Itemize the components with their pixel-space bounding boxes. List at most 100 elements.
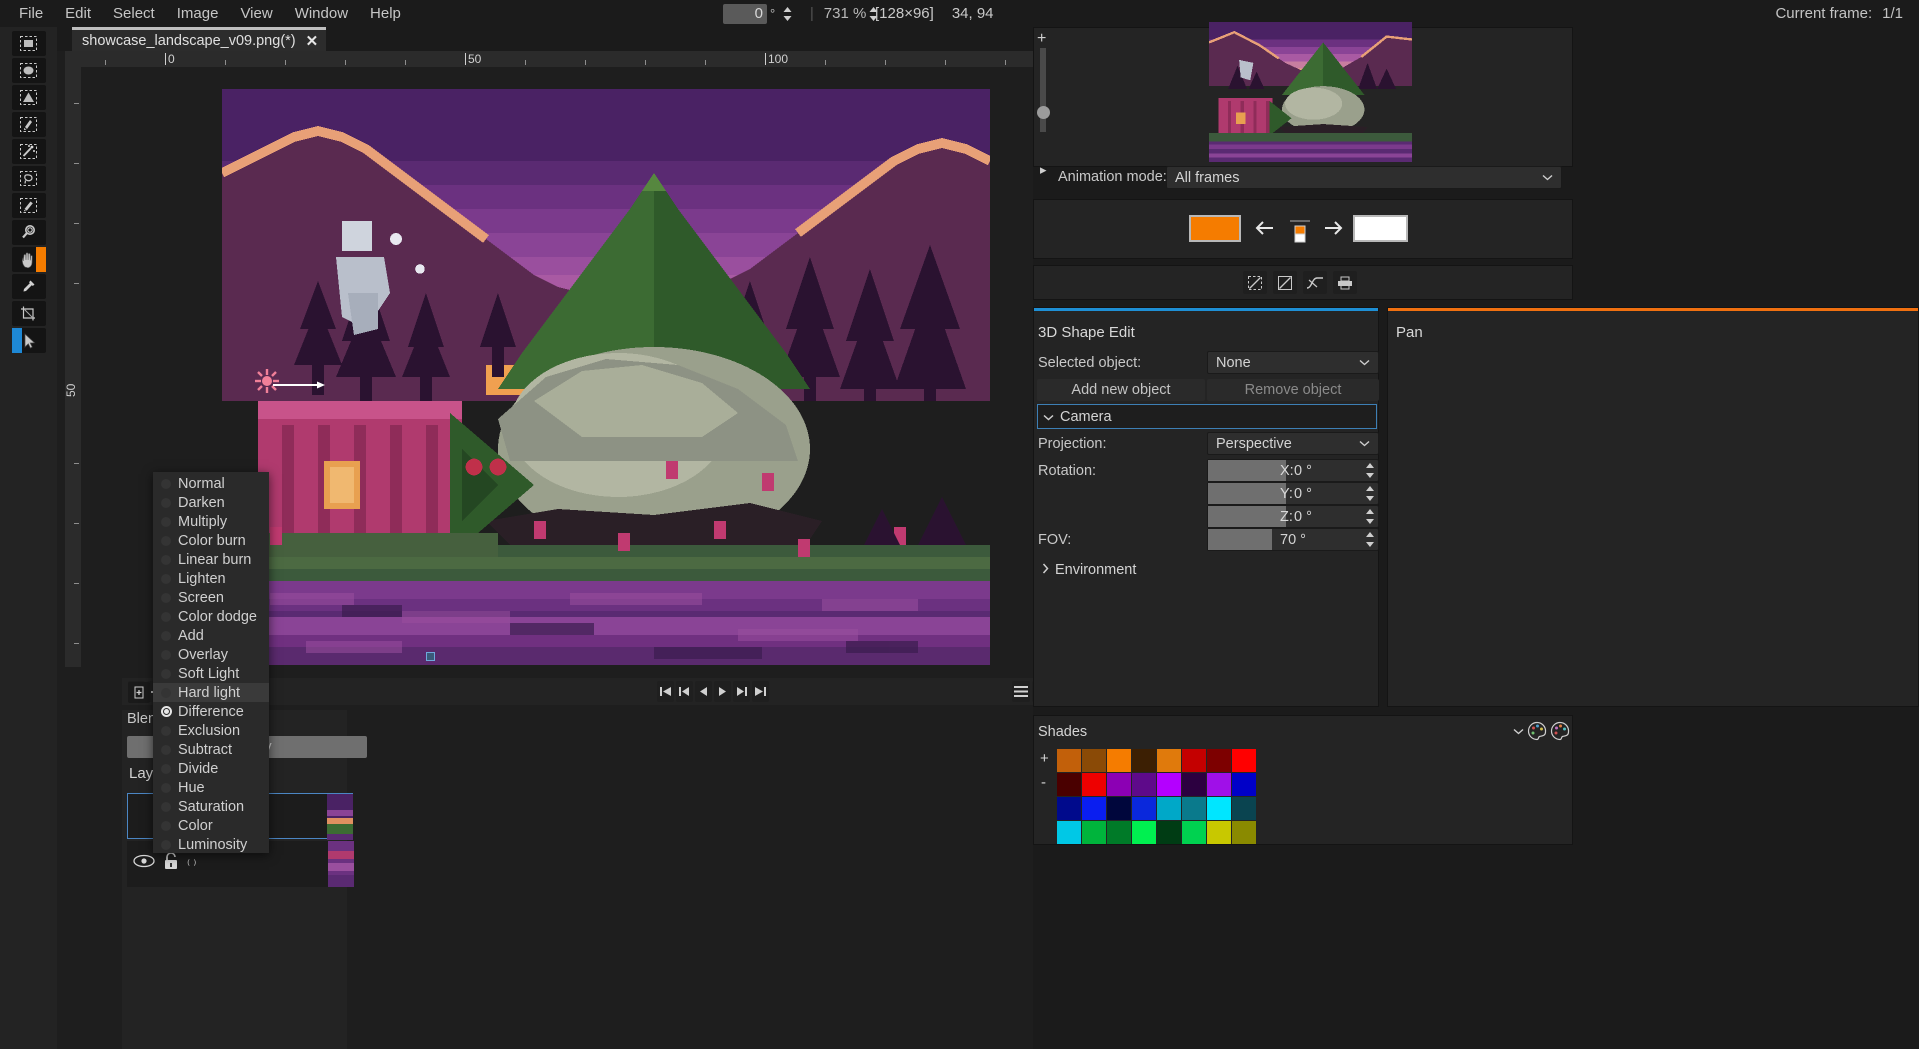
rotation-z-spinner-icon[interactable]	[1365, 508, 1375, 525]
eye-icon[interactable]	[133, 854, 155, 872]
primary-color-swatch[interactable]	[1189, 215, 1241, 242]
layer-thumbnail[interactable]	[327, 794, 353, 840]
magic-wand-tool[interactable]	[11, 139, 46, 164]
blend-mode-item-darken[interactable]: Darken	[153, 493, 269, 512]
swatch[interactable]	[1082, 797, 1106, 820]
blend-mode-item-subtract[interactable]: Subtract	[153, 740, 269, 759]
swatch[interactable]	[1132, 773, 1156, 796]
link-icon[interactable]: ⁽⁾	[187, 857, 199, 873]
palette-icon[interactable]	[1527, 721, 1547, 741]
close-icon[interactable]: ✕	[306, 32, 319, 50]
menu-select[interactable]: Select	[102, 2, 166, 25]
lasso-select-tool[interactable]	[11, 166, 46, 191]
blend-mode-item-difference[interactable]: Difference	[153, 702, 269, 721]
curve-icon[interactable]	[1303, 271, 1327, 294]
secondary-color-swatch[interactable]	[1353, 215, 1408, 242]
move-tool[interactable]	[11, 328, 46, 353]
environment-section-header[interactable]: Environment	[1037, 557, 1377, 582]
swatch[interactable]	[1207, 821, 1231, 844]
swatch[interactable]	[1182, 821, 1206, 844]
selected-object-select[interactable]: None	[1207, 351, 1379, 374]
color-select-tool[interactable]	[11, 112, 46, 137]
blend-mode-item-color[interactable]: Color	[153, 816, 269, 835]
pan-tool[interactable]	[11, 247, 46, 272]
blend-mode-item-overlay[interactable]: Overlay	[153, 645, 269, 664]
swatch[interactable]	[1132, 749, 1156, 772]
pencil-select-tool[interactable]	[11, 193, 46, 218]
vertical-ruler[interactable]: 50	[64, 67, 81, 667]
blend-mode-item-hard-light[interactable]: Hard light	[153, 683, 269, 702]
swatch[interactable]	[1057, 773, 1081, 796]
remove-object-button[interactable]: Remove object	[1207, 379, 1379, 401]
swatch[interactable]	[1232, 773, 1256, 796]
menu-help[interactable]: Help	[359, 2, 412, 25]
color-picker-tool[interactable]	[11, 274, 46, 299]
document-tab[interactable]: showcase_landscape_v09.png(*) ✕	[72, 27, 327, 51]
chevron-down-icon[interactable]	[1513, 726, 1524, 738]
menu-file[interactable]: File	[8, 2, 54, 25]
add-swatch-button[interactable]: +	[1040, 750, 1049, 767]
menu-view[interactable]: View	[229, 2, 283, 25]
blend-mode-item-linear-burn[interactable]: Linear burn	[153, 550, 269, 569]
swatch[interactable]	[1207, 773, 1231, 796]
rotation-y-spinner-icon[interactable]	[1365, 485, 1375, 502]
play-forward-button[interactable]	[714, 681, 731, 702]
step-forward-button[interactable]	[733, 681, 750, 702]
preview-zoom-slider[interactable]	[1040, 48, 1046, 132]
blend-mode-item-hue[interactable]: Hue	[153, 778, 269, 797]
camera-section-header[interactable]: Camera	[1037, 404, 1377, 429]
polygon-select-tool[interactable]	[11, 85, 46, 110]
rotation-x-spinner-icon[interactable]	[1365, 462, 1375, 479]
swatch[interactable]	[1082, 821, 1106, 844]
projection-select[interactable]: Perspective	[1207, 432, 1379, 455]
menu-window[interactable]: Window	[284, 2, 359, 25]
swatch[interactable]	[1207, 797, 1231, 820]
dashed-diagonal-icon[interactable]	[1243, 271, 1267, 294]
swatch[interactable]	[1057, 797, 1081, 820]
swatch[interactable]	[1232, 749, 1256, 772]
frame-list-icon[interactable]	[1012, 681, 1031, 702]
crop-tool[interactable]	[11, 301, 46, 326]
blend-mode-item-saturation[interactable]: Saturation	[153, 797, 269, 816]
blend-mode-item-add[interactable]: Add	[153, 626, 269, 645]
swatch[interactable]	[1232, 821, 1256, 844]
remove-swatch-button[interactable]: -	[1041, 774, 1046, 791]
swap-left-arrow-icon[interactable]	[1252, 216, 1276, 240]
swatch[interactable]	[1207, 749, 1231, 772]
preview-zoom-in-label[interactable]: +	[1037, 30, 1046, 48]
swatch[interactable]	[1057, 821, 1081, 844]
blend-mode-item-multiply[interactable]: Multiply	[153, 512, 269, 531]
preview-zoom-knob[interactable]	[1037, 106, 1050, 119]
layer-thumbnail[interactable]	[328, 841, 354, 887]
selection-handle[interactable]	[426, 652, 435, 661]
rotation-control[interactable]: 0 °	[723, 0, 793, 27]
swatch[interactable]	[1232, 797, 1256, 820]
swatch[interactable]	[1082, 773, 1106, 796]
fov-spinner-icon[interactable]	[1365, 531, 1375, 548]
animation-mode-select[interactable]: All frames	[1166, 166, 1562, 189]
blend-mode-item-soft-light[interactable]: Soft Light	[153, 664, 269, 683]
rectangle-select-tool[interactable]	[11, 31, 46, 56]
preview-image[interactable]	[1209, 22, 1412, 162]
rotation-y-field[interactable]: Y: 0 °	[1207, 482, 1379, 505]
swatch[interactable]	[1157, 797, 1181, 820]
swap-colors-icon[interactable]	[1288, 208, 1312, 248]
swatch[interactable]	[1132, 821, 1156, 844]
step-back-button[interactable]	[676, 681, 693, 702]
swatch[interactable]	[1182, 749, 1206, 772]
add-new-object-button[interactable]: Add new object	[1037, 379, 1205, 401]
solid-diagonal-icon[interactable]	[1273, 271, 1297, 294]
go-to-first-frame-button[interactable]	[657, 681, 674, 702]
swatch[interactable]	[1057, 749, 1081, 772]
rotation-z-field[interactable]: Z: 0 °	[1207, 505, 1379, 528]
blend-mode-item-color-burn[interactable]: Color burn	[153, 531, 269, 550]
blend-mode-item-divide[interactable]: Divide	[153, 759, 269, 778]
print-icon[interactable]	[1333, 271, 1357, 294]
swatch[interactable]	[1157, 821, 1181, 844]
animation-expand-caret-icon[interactable]: ▸	[1040, 162, 1047, 178]
blend-mode-item-luminosity[interactable]: Luminosity	[153, 835, 269, 854]
swatch[interactable]	[1182, 797, 1206, 820]
rotation-x-field[interactable]: X: 0 °	[1207, 459, 1379, 482]
swatch[interactable]	[1107, 797, 1131, 820]
go-to-last-frame-button[interactable]	[752, 681, 769, 702]
